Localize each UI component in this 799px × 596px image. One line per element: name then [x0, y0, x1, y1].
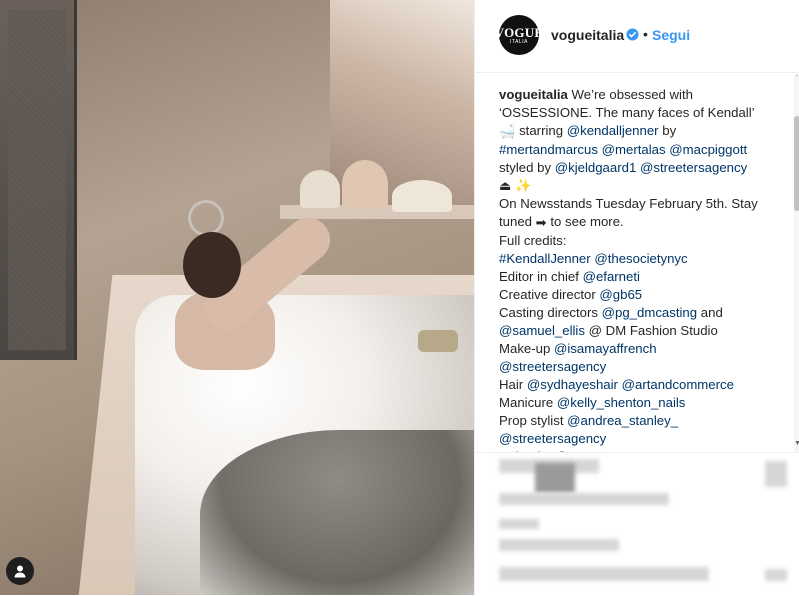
pixelated-block: [535, 463, 575, 493]
caption-text: Manicure: [499, 394, 557, 410]
caption-text: to see more.: [546, 214, 624, 230]
seashell: [300, 170, 340, 208]
caption-line: ⏏ ✨: [499, 177, 781, 196]
caption-text: Casting directors: [499, 304, 602, 320]
mention-link[interactable]: @gb65: [599, 287, 642, 302]
caption-line: Manicure @kelly_shenton_nails: [499, 394, 781, 412]
caption-line: vogueitalia We’re obsessed with: [499, 86, 781, 104]
caption-text: Prop stylist: [499, 412, 568, 428]
username-link[interactable]: vogueitalia: [551, 27, 624, 43]
caption-text: styled by: [499, 159, 555, 175]
avatar[interactable]: VOGUE ITALIA: [495, 15, 543, 55]
mention-link[interactable]: @kelly_shenton_nails: [557, 395, 686, 410]
post-sidebar: VOGUE ITALIA vogueitalia • Segui vogueit…: [474, 0, 799, 595]
caption-line: Casting directors @pg_dmcasting and: [499, 304, 781, 322]
mention-link[interactable]: @kendalljenner: [567, 123, 659, 138]
seashell: [342, 160, 388, 208]
shower-door: [0, 0, 77, 360]
mention-link[interactable]: @pg_dmcasting: [602, 305, 698, 320]
caption-text: Make-up: [499, 340, 554, 356]
caption-line: 🛁 starring @kendalljenner by: [499, 122, 781, 141]
caption-line: Hair @sydhayeshair @artandcommerce: [499, 376, 781, 394]
caption-text: Creative director: [499, 286, 600, 302]
caption-line: ‘OSSESSIONE. The many faces of Kendall’: [499, 104, 781, 122]
caption-line: @streetersagency: [499, 358, 781, 376]
emoji-icon: ⏏: [499, 178, 512, 194]
seashell: [392, 180, 452, 212]
scrollbar-thumb[interactable]: [794, 116, 799, 211]
caption-line: #mertandmarcus @mertalas @macpiggott: [499, 141, 781, 159]
mention-link[interactable]: @kjeldgaard1: [555, 160, 637, 175]
post-header: VOGUE ITALIA vogueitalia • Segui: [475, 0, 799, 73]
instagram-post-modal: VOGUE ITALIA vogueitalia • Segui vogueit…: [0, 0, 799, 595]
caption-text: tuned: [499, 214, 536, 230]
separator-dot: •: [643, 26, 648, 42]
caption-text: On Newsstands Tuesday February 5th. Stay: [499, 196, 758, 212]
caption-line: @streetersagency: [499, 430, 781, 448]
pixelated-block: [765, 569, 787, 581]
mention-link[interactable]: @mertalas: [602, 142, 666, 157]
mention-link[interactable]: @artandcommerce: [622, 377, 734, 392]
caption-line: Prop stylist @andrea_stanley_: [499, 412, 781, 430]
caption-scrollbar[interactable]: [794, 76, 799, 452]
mention-link[interactable]: @thesocietynyc: [594, 251, 687, 266]
caption-text: by: [658, 123, 677, 138]
caption-line: tuned ➡ to see more.: [499, 213, 781, 232]
caption-line: Editor in chief @efarneti: [499, 268, 781, 286]
caption-text: ‘OSSESSIONE. The many faces of Kendall’: [499, 105, 755, 120]
towel-ring: [188, 200, 224, 236]
pixelated-block: [499, 539, 619, 551]
mention-link[interactable]: @streetersagency: [499, 431, 606, 446]
emoji-icon: ➡: [535, 214, 547, 230]
mention-link[interactable]: @efarneti: [583, 269, 640, 284]
pixelated-block: [499, 567, 709, 581]
caption-text: We’re obsessed with: [567, 87, 693, 102]
emoji-icon: ✨: [515, 178, 532, 194]
avatar-logo-subtext: ITALIA: [510, 38, 528, 45]
mention-link[interactable]: @streetersagency: [640, 160, 747, 175]
hashtag-link[interactable]: #KendallJenner: [499, 251, 591, 266]
pixelated-block: [499, 493, 669, 505]
post-photo[interactable]: [0, 0, 474, 595]
caption-line: #KendallJenner @thesocietynyc: [499, 250, 781, 268]
mention-link[interactable]: @macpiggott: [669, 142, 747, 157]
scroll-down-arrow-icon[interactable]: ▼: [794, 440, 799, 448]
faucet: [418, 330, 458, 352]
model-head: [183, 232, 241, 298]
mention-link[interactable]: @samuel_ellis: [499, 323, 585, 338]
caption-username[interactable]: vogueitalia: [499, 87, 568, 102]
hashtag-link[interactable]: #mertandmarcus: [499, 142, 598, 157]
caption-line: @samuel_ellis @ DM Fashion Studio: [499, 322, 781, 340]
caption-text: Full credits:: [499, 232, 567, 248]
caption-text: Hair: [499, 376, 527, 392]
avatar-logo-text: VOGUE: [494, 24, 544, 40]
caption-line: Make-up @isamayaffrench: [499, 340, 781, 358]
follow-button[interactable]: Segui: [652, 27, 690, 43]
mention-link[interactable]: @sydhayeshair: [527, 377, 618, 392]
caption-text: and: [697, 304, 723, 320]
verified-badge-icon: [626, 28, 639, 41]
caption-line: On Newsstands Tuesday February 5th. Stay: [499, 195, 781, 213]
pixelated-block: [765, 461, 787, 487]
caption-text: @ DM Fashion Studio: [584, 322, 718, 338]
caption-text: Editor in chief: [499, 268, 583, 284]
bath-water: [200, 430, 474, 595]
mention-link[interactable]: @streetersagency: [499, 359, 606, 374]
mention-link[interactable]: @andrea_stanley_: [567, 413, 678, 428]
pixelated-comments-area: [475, 452, 799, 596]
caption-text: starring: [515, 123, 567, 138]
caption-line: styled by @kjeldgaard1 @streetersagency: [499, 159, 781, 177]
caption-line: Full credits:: [499, 232, 781, 250]
caption-line: Creative director @gb65: [499, 286, 781, 304]
user-tag-icon[interactable]: [6, 557, 34, 585]
emoji-icon: 🛁: [499, 123, 516, 139]
post-caption: vogueitalia We’re obsessed with ‘OSSESSIO…: [499, 86, 781, 452]
mention-link[interactable]: @isamayaffrench: [554, 341, 657, 356]
pixelated-block: [499, 519, 539, 529]
